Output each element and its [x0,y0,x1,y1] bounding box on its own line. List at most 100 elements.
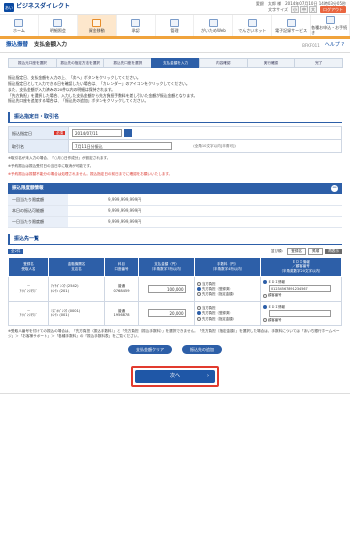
radio-selected-icon [263,304,267,309]
amount-cell: 100,000 [138,276,195,302]
limit-value: 9,999,999,999円 [68,194,342,206]
edi-option[interactable]: 顧客番号 [263,317,339,323]
fee-option-label: 先方負担（指定金額） [202,292,236,297]
logout-button[interactable]: ログアウト [320,6,346,13]
nav-electronic[interactable]: 電子記録サービス [272,15,312,36]
limit-heading-text: 振込限度額情報 [12,185,44,191]
fee-option[interactable]: 先方負担（指定金額） [197,317,258,321]
step-indicator: 振込元口座を選択 振込先の指定方法を選択 振込先口座を選択 支払金額を入力 内容… [0,53,350,73]
bank-cell: ｱｲﾁｷﾞﾝｺｳ (2542) ﾎﾝﾃﾝ (201) [48,276,105,302]
nav-admin[interactable]: 管理 [156,15,195,36]
nav-foreign[interactable]: がいためWeb [194,15,234,36]
font-size-label: 文字サイズ [268,7,288,12]
step-item: 振込先の指定方法を選択 [55,58,105,69]
col-header: 支払金額（円） （半角数字7桁以内） [138,256,195,278]
name-label-cell: 取引名 [8,139,69,154]
account-cell: 普通 1956878 [104,300,139,327]
global-nav: ホーム 明細照会 資金移動 承認 管理 がいためWeb でんさいネット 電子記録… [0,15,350,39]
name-hint: (全角10文字以内[半角可]) [193,144,236,149]
redisplay-button[interactable]: 再表示 [325,249,342,254]
amount-input[interactable]: 100,000 [147,284,186,293]
nav-approval[interactable]: 承認 [117,15,156,36]
nav-applications[interactable]: 各種お申込・お手続き [311,15,350,36]
amount-input[interactable]: 20,000 [147,309,186,318]
nav-home[interactable]: ホーム [0,15,39,36]
radio-icon [197,306,201,311]
step-item: 内容確認 [198,58,248,69]
next-button-label: 次へ [169,373,180,380]
date-table: 振込指定日 必須 2014/07/11 取引名 7月11日分振込 (全角10文字以… [8,126,342,154]
nav-label: 明細照会 [49,27,66,33]
note: ※予約振込は振込受付日の当日中に取消が可能です。 [8,164,94,169]
radio-icon [263,318,267,323]
instructions: 振込指定日、支払金額を入力の上、「次へ」ボタンをクリックしてください。 振込指定… [8,73,342,105]
branch-name: ﾎﾝﾃﾝ (001) [51,313,69,318]
top-bar: あいぎん ビジネスダイレクト 愛銀 太郎 様 2014年07月10日 14時03… [0,0,350,19]
account-number: 0768459 [113,288,130,293]
radio-icon [197,316,201,321]
account-number: 1956878 [113,313,130,318]
date-label-cell: 振込指定日 必須 [8,126,69,141]
amount-cell: 20,000 [138,300,195,327]
nav-statements[interactable]: 明細照会 [39,15,78,36]
edi-option-label: 顧客番号 [268,293,282,298]
logo-text: ビジネスダイレクト [16,3,71,11]
date-section-heading: 振込指定日・取引名 [8,111,342,124]
edi-option[interactable]: ＥＤＩ情報 [263,305,339,309]
collapse-icon[interactable]: − [331,185,338,193]
edi-input[interactable] [269,309,331,317]
nav-densai[interactable]: でんさいネット [233,15,273,36]
logo: あいぎん ビジネスダイレクト [4,2,71,19]
fee-note: ※受取人番号を付けての振込の場合は、「先方負担（振込手数料）」と「先方負担（振込… [8,329,340,339]
fee-option-label: 当方負担 [202,281,216,286]
edi-input[interactable]: 0123456789123456​7 [269,285,331,293]
fee-cell: 当方負担 先方負担（登録済） 先方負担（指定金額） [194,276,261,302]
edi-option-label: 顧客番号 [268,317,282,322]
home-icon [14,18,24,27]
edi-option[interactable]: ＥＤＩ情報 [263,280,339,285]
record-icon [286,18,296,27]
nav-label: でんさいネット [238,27,267,33]
gear-icon [170,18,179,27]
fee-option[interactable]: 先方負担（登録済） [197,287,258,291]
font-size-large[interactable]: 大 [309,6,317,13]
clear-amount-button[interactable]: 支払金額クリア [128,345,172,355]
form-icon [325,16,335,24]
calendar-icon[interactable] [124,129,132,138]
table-row: 本日の振込可能額 9,999,999,999円 [8,205,342,217]
record-count: 全2件 [8,249,24,254]
sort-select[interactable]: 登録名 [287,248,307,255]
network-icon [247,18,257,27]
next-button[interactable]: 次へ › [135,370,215,384]
limit-section-heading[interactable]: 振込限度額情報 − [8,183,342,195]
date-label: 振込指定日 [12,130,32,136]
fee-option[interactable]: 当方負担 [197,282,258,286]
col-header: 手数料（円） （半角数字4桁以内） [194,256,261,278]
account-cell: 普通 0768459 [104,276,139,302]
order-select[interactable]: 昇順 [308,248,324,255]
col-header: 金融機関名 支店名 [48,256,105,278]
nav-label: 承認 [131,27,140,33]
fee-option-label: 先方負担（登録済） [202,286,233,291]
fee-option[interactable]: 先方負担（登録済） [197,311,258,316]
edi-cell: ＥＤＩ情報 顧客番号 [260,300,342,327]
footer [0,393,350,411]
col-header: 科目 口座番号 [104,256,139,278]
note: ※取引名が未入力の場合、「○月○日作成分」が設定されます。 [8,156,111,161]
transfer-date-input[interactable]: 2014/07/11 [72,129,122,138]
help-link[interactable]: ヘルプ ? [325,42,344,48]
payee-name-cell: －ｱｲｷﾞﾝｼﾖｳｼﾞ [8,300,49,327]
logo-mark: あいぎん [4,2,14,19]
font-size-medium[interactable]: 中 [300,6,308,13]
font-size-small[interactable]: 小 [291,6,299,13]
nav-label: がいためWeb [201,27,226,33]
edi-option[interactable]: 顧客番号 [263,293,339,298]
page-category: 振込振替 [6,42,29,49]
payee-name-cell: －ｱｲｷﾞﾝｼﾖｳｼﾞ [8,276,49,302]
nav-transfer[interactable]: 資金移動 [77,15,117,36]
fee-option[interactable]: 当方負担 [197,306,258,311]
transaction-name-input[interactable]: 7月11日分振込 [72,142,172,151]
fee-option-label: 先方負担（登録済） [202,311,233,316]
fee-option[interactable]: 先方負担（指定金額） [197,292,258,297]
add-payee-button[interactable]: 振込先の追加 [182,345,222,355]
